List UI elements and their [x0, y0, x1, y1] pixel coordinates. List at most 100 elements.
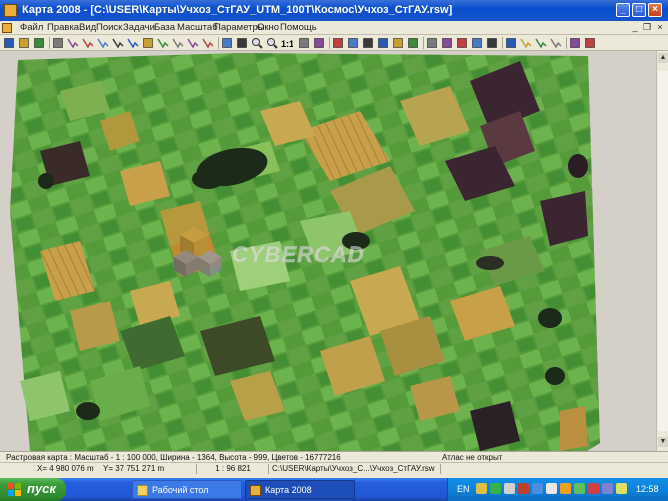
book-icon [457, 38, 467, 48]
status-bar-info: Растровая карта : Масштаб - 1 : 100 000,… [0, 451, 668, 462]
doc-close-button[interactable]: × [655, 22, 665, 33]
fit-tool-button[interactable] [298, 37, 310, 49]
clock: 12:58 [636, 484, 659, 494]
close-icon: × [652, 4, 658, 15]
book-tool-button[interactable] [456, 37, 468, 49]
menu-edit[interactable]: Правка [47, 22, 79, 33]
taskbar: пуск Рабочий стол Карта 2008 EN 12:58 [0, 478, 668, 501]
scroll-down-icon[interactable]: ▼ [658, 437, 668, 447]
route-tool-button[interactable] [520, 37, 532, 49]
arrow-tool-button[interactable] [332, 37, 344, 49]
cursor-icon [506, 38, 516, 48]
layers-tool-button[interactable] [52, 37, 64, 49]
undo-tool-button[interactable] [569, 37, 581, 49]
task-karta[interactable]: Карта 2008 [245, 480, 355, 499]
route-tool-button[interactable] [535, 37, 547, 49]
tray-app-icon[interactable] [476, 483, 487, 494]
help-icon [472, 38, 482, 48]
route-icon [550, 38, 562, 49]
close-doc-icon [585, 38, 595, 48]
select-tool-button[interactable] [157, 37, 169, 49]
tray-speaker-icon[interactable] [546, 483, 557, 494]
tray-bluetooth-icon[interactable] [602, 483, 613, 494]
palette-tool-button[interactable] [407, 37, 419, 49]
tray-update-icon[interactable] [560, 483, 571, 494]
folder-icon [137, 485, 148, 496]
menu-file[interactable]: Файл [20, 22, 43, 33]
select-tool-button[interactable] [172, 37, 184, 49]
close-doc-tool-button[interactable] [584, 37, 596, 49]
zoom-in-tool-button[interactable] [251, 37, 263, 49]
text-tool-button[interactable] [347, 37, 359, 49]
tray-power-icon[interactable] [616, 483, 627, 494]
print-icon [427, 38, 437, 48]
doc-minimize-button[interactable]: _ [630, 22, 640, 33]
select-tool-button[interactable] [127, 37, 139, 49]
menu-window[interactable]: Окно [257, 22, 279, 33]
pin-tool-button[interactable] [486, 37, 498, 49]
print-tool-button[interactable] [426, 37, 438, 49]
select-tool-button[interactable] [112, 37, 124, 49]
select-tool-button[interactable] [97, 37, 109, 49]
open-tool-button[interactable] [18, 37, 30, 49]
maximize-button[interactable]: □ [632, 3, 646, 17]
close-button[interactable]: × [648, 3, 662, 17]
toolbar: 1:1 [0, 35, 668, 51]
select-tool-button[interactable] [82, 37, 94, 49]
edit-tool-button[interactable] [441, 37, 453, 49]
map-view[interactable]: CYBERCAD [0, 51, 656, 451]
tray-network-icon[interactable] [504, 483, 515, 494]
menu-help[interactable]: Помощь [280, 22, 317, 33]
tray-alert-icon[interactable] [588, 483, 599, 494]
pan-tool-button[interactable] [313, 37, 325, 49]
zoom-in-icon [252, 38, 263, 49]
shape-icon [378, 38, 388, 48]
open-icon [19, 38, 29, 48]
scroll-thumb[interactable] [658, 71, 668, 431]
menu-database[interactable]: База [154, 22, 175, 33]
shape-tool-button[interactable] [377, 37, 389, 49]
system-tray: EN 12:58 [447, 478, 668, 501]
coord-x: X= 4 980 076 m [37, 464, 94, 473]
task-desktop[interactable]: Рабочий стол [132, 480, 242, 499]
zoom-out-tool-button[interactable] [266, 37, 278, 49]
route-tool-button[interactable] [550, 37, 562, 49]
scroll-up-icon[interactable]: ▲ [658, 53, 668, 63]
toolbar-separator [566, 37, 567, 49]
title-bar[interactable]: Карта 2008 - [C:\USER\Карты\Учхоз_СтГАУ_… [0, 0, 668, 21]
cursor-tool-button[interactable] [505, 37, 517, 49]
nav-tool-button[interactable] [236, 37, 248, 49]
select-tool-button[interactable] [187, 37, 199, 49]
globe-tool-button[interactable] [392, 37, 404, 49]
menu-view[interactable]: Вид [79, 22, 96, 33]
menu-bar: Файл Правка Вид Поиск Задачи База Масшта… [0, 21, 668, 35]
document-icon[interactable] [2, 23, 12, 33]
menu-search[interactable]: Поиск [96, 22, 122, 33]
palette-icon [408, 38, 418, 48]
toolbar-separator [423, 37, 424, 49]
tray-shield-icon[interactable] [490, 483, 501, 494]
select-tool-button[interactable] [67, 37, 79, 49]
minimize-button[interactable]: _ [616, 3, 630, 17]
rect-tool-button[interactable] [142, 37, 154, 49]
tray-usb-icon[interactable] [574, 483, 585, 494]
file-path: C:\USER\Карты\Учхоз_С...\Учхоз_СтГАУ.rsw [268, 464, 440, 474]
language-indicator[interactable]: EN [457, 484, 470, 494]
vertical-scrollbar[interactable]: ▲ ▼ [656, 51, 668, 451]
scale-readout: 1 : 96 821 [196, 464, 266, 474]
tray-monitor-icon[interactable] [532, 483, 543, 494]
atlas-status: Атлас не открыт [442, 453, 503, 462]
help-tool-button[interactable] [471, 37, 483, 49]
start-button[interactable]: пуск [0, 478, 66, 501]
scale-1-1-tool-button[interactable]: 1:1 [281, 37, 293, 49]
doc-restore-button[interactable]: ❐ [642, 22, 652, 33]
select-tool-button[interactable] [202, 37, 214, 49]
menu-tasks[interactable]: Задачи [123, 22, 155, 33]
info-tool-button[interactable] [221, 37, 233, 49]
tray-antivirus-icon[interactable] [518, 483, 529, 494]
fill-tool-button[interactable] [362, 37, 374, 49]
new-tool-button[interactable] [3, 37, 15, 49]
menu-scale[interactable]: Масштаб [177, 22, 218, 33]
save-tool-button[interactable] [33, 37, 45, 49]
app-icon [4, 4, 17, 17]
